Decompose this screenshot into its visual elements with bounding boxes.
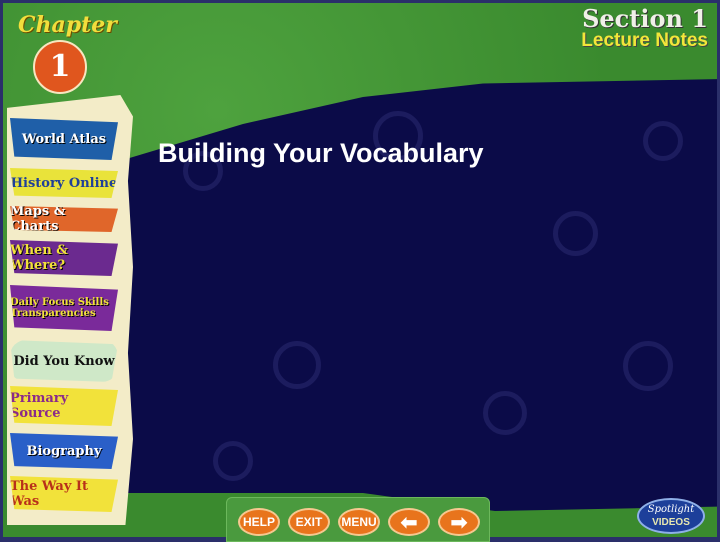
forward-button[interactable]: ➡ — [438, 508, 480, 536]
spotlight-label: Spotlight — [647, 504, 695, 515]
sidebar-item-biography[interactable]: Biography — [10, 433, 118, 469]
back-button[interactable]: ⬅ — [388, 508, 430, 536]
menu-button[interactable]: MENU — [338, 508, 380, 536]
content-area — [123, 79, 717, 511]
sidebar-item-the-way-it-was[interactable]: The Way It Was — [10, 476, 118, 512]
nav-label: When & Where? — [10, 243, 69, 273]
arrow-left-icon: ⬅ — [400, 511, 418, 534]
sidebar-item-maps-charts[interactable]: Maps & Charts — [10, 206, 118, 232]
nav-label: Maps & Charts — [10, 204, 66, 234]
videos-label: VIDEOS — [652, 517, 690, 528]
chapter-label: Chapter — [18, 12, 117, 38]
sidebar-item-when-where[interactable]: When & Where? — [10, 240, 118, 276]
lecture-notes-label: Lecture Notes — [581, 30, 708, 51]
sidebar-item-did-you-know[interactable]: Did You Know — [10, 340, 118, 382]
sidebar-item-world-atlas[interactable]: World Atlas — [10, 118, 118, 160]
nav-label: Primary Source — [10, 391, 69, 421]
slide-title: Building Your Vocabulary — [158, 138, 484, 168]
help-button[interactable]: HELP — [238, 508, 280, 536]
sidebar-item-daily-focus[interactable]: Daily Focus Skills Transparencies — [10, 285, 118, 331]
nav-label: The Way It Was — [10, 479, 88, 509]
nav-label: Did You Know — [13, 353, 115, 369]
sidebar-item-primary-source[interactable]: Primary Source — [10, 386, 118, 426]
section-label: Section 1 — [582, 4, 708, 33]
spotlight-videos-button[interactable]: Spotlight VIDEOS — [637, 498, 705, 534]
nav-label: Biography — [26, 443, 102, 459]
nav-label: Daily Focus Skills Transparencies — [10, 297, 109, 319]
exit-button[interactable]: EXIT — [288, 508, 330, 536]
chapter-number-badge: 1 — [33, 40, 87, 94]
arrow-right-icon: ➡ — [450, 511, 468, 534]
sidebar-item-history-online[interactable]: History Online — [10, 168, 118, 198]
nav-label: History Online — [10, 175, 118, 191]
nav-label: World Atlas — [21, 131, 107, 147]
